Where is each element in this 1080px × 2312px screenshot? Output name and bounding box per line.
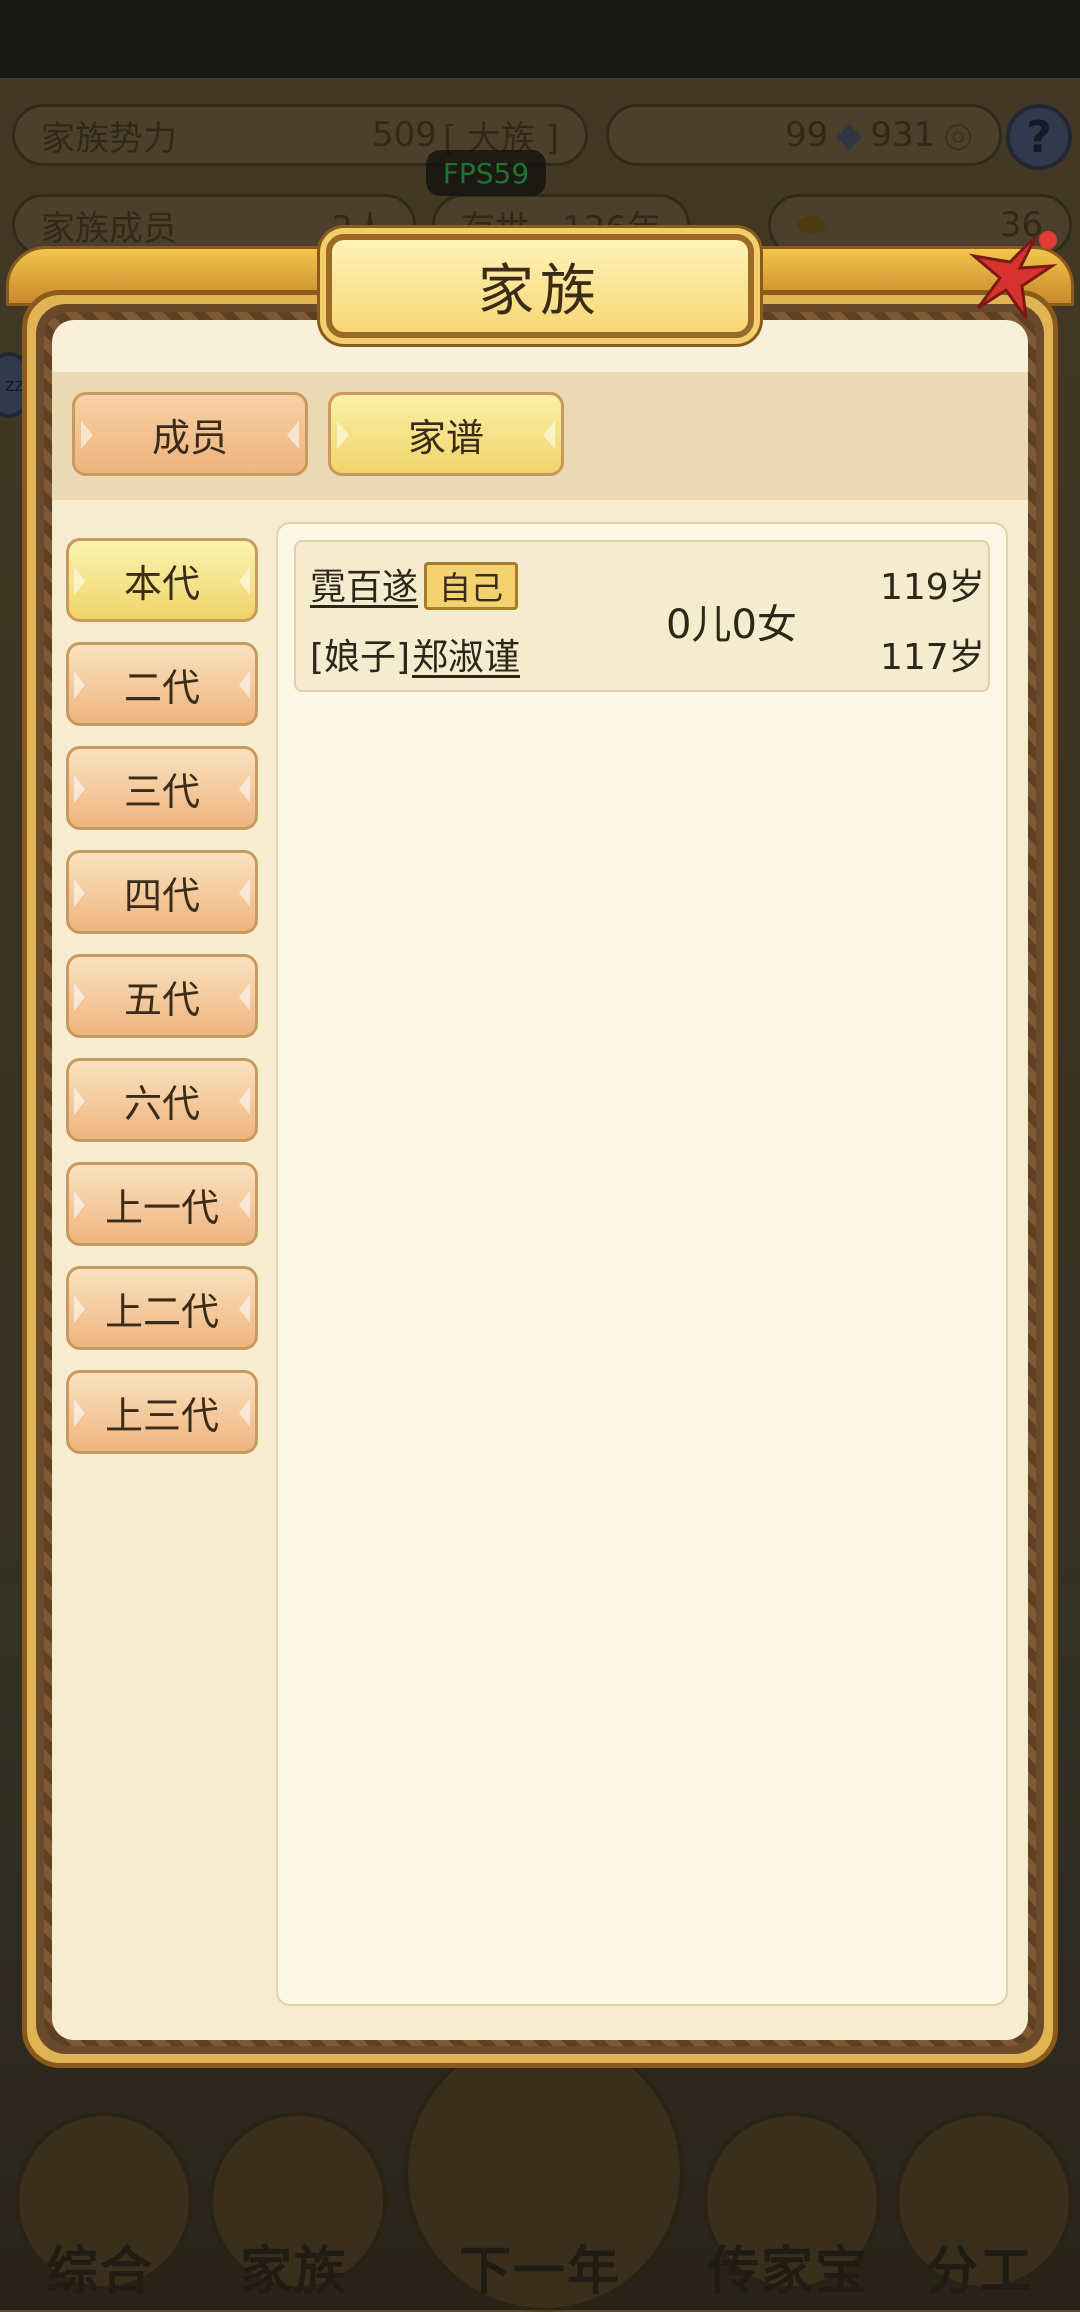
dialog-title-plaque: 家族: [326, 234, 754, 338]
generation-label: 上三代: [104, 1393, 219, 1438]
generation-button-5[interactable]: 五代: [66, 954, 258, 1038]
tab-label: 家谱: [407, 415, 484, 460]
generation-button-6[interactable]: 六代: [66, 1058, 258, 1142]
generation-button-3[interactable]: 三代: [66, 746, 258, 830]
genealogy-list[interactable]: [276, 522, 1008, 2006]
member-age: 119岁: [880, 567, 985, 608]
generation-button-2[interactable]: 二代: [66, 642, 258, 726]
close-icon[interactable]: [956, 226, 1060, 330]
children-count: 0儿0女: [666, 602, 797, 648]
generation-label: 五代: [123, 977, 200, 1022]
generation-button-prev-2[interactable]: 上二代: [66, 1266, 258, 1350]
tab-members[interactable]: 成员: [72, 392, 308, 476]
generation-label: 二代: [123, 665, 200, 710]
spouse-age: 117岁: [880, 637, 985, 678]
generation-button-current[interactable]: 本代: [66, 538, 258, 622]
generation-label: 六代: [123, 1081, 200, 1126]
generation-button-prev-3[interactable]: 上三代: [66, 1370, 258, 1454]
generation-label: 三代: [123, 769, 200, 814]
generation-label: 四代: [123, 873, 200, 918]
self-badge: 自己: [424, 562, 518, 610]
member-name[interactable]: 霓百遂: [310, 558, 418, 610]
generation-button-4[interactable]: 四代: [66, 850, 258, 934]
tab-label: 成员: [151, 415, 228, 460]
generation-label: 上二代: [104, 1289, 219, 1334]
generation-label: 本代: [123, 561, 200, 606]
spouse-prefix: [娘子]: [310, 637, 411, 678]
dialog-title: 家族: [478, 258, 602, 324]
tab-genealogy[interactable]: 家谱: [328, 392, 564, 476]
generation-label: 上一代: [104, 1185, 219, 1230]
generation-button-prev-1[interactable]: 上一代: [66, 1162, 258, 1246]
spouse-name[interactable]: 郑淑谨: [412, 628, 520, 680]
